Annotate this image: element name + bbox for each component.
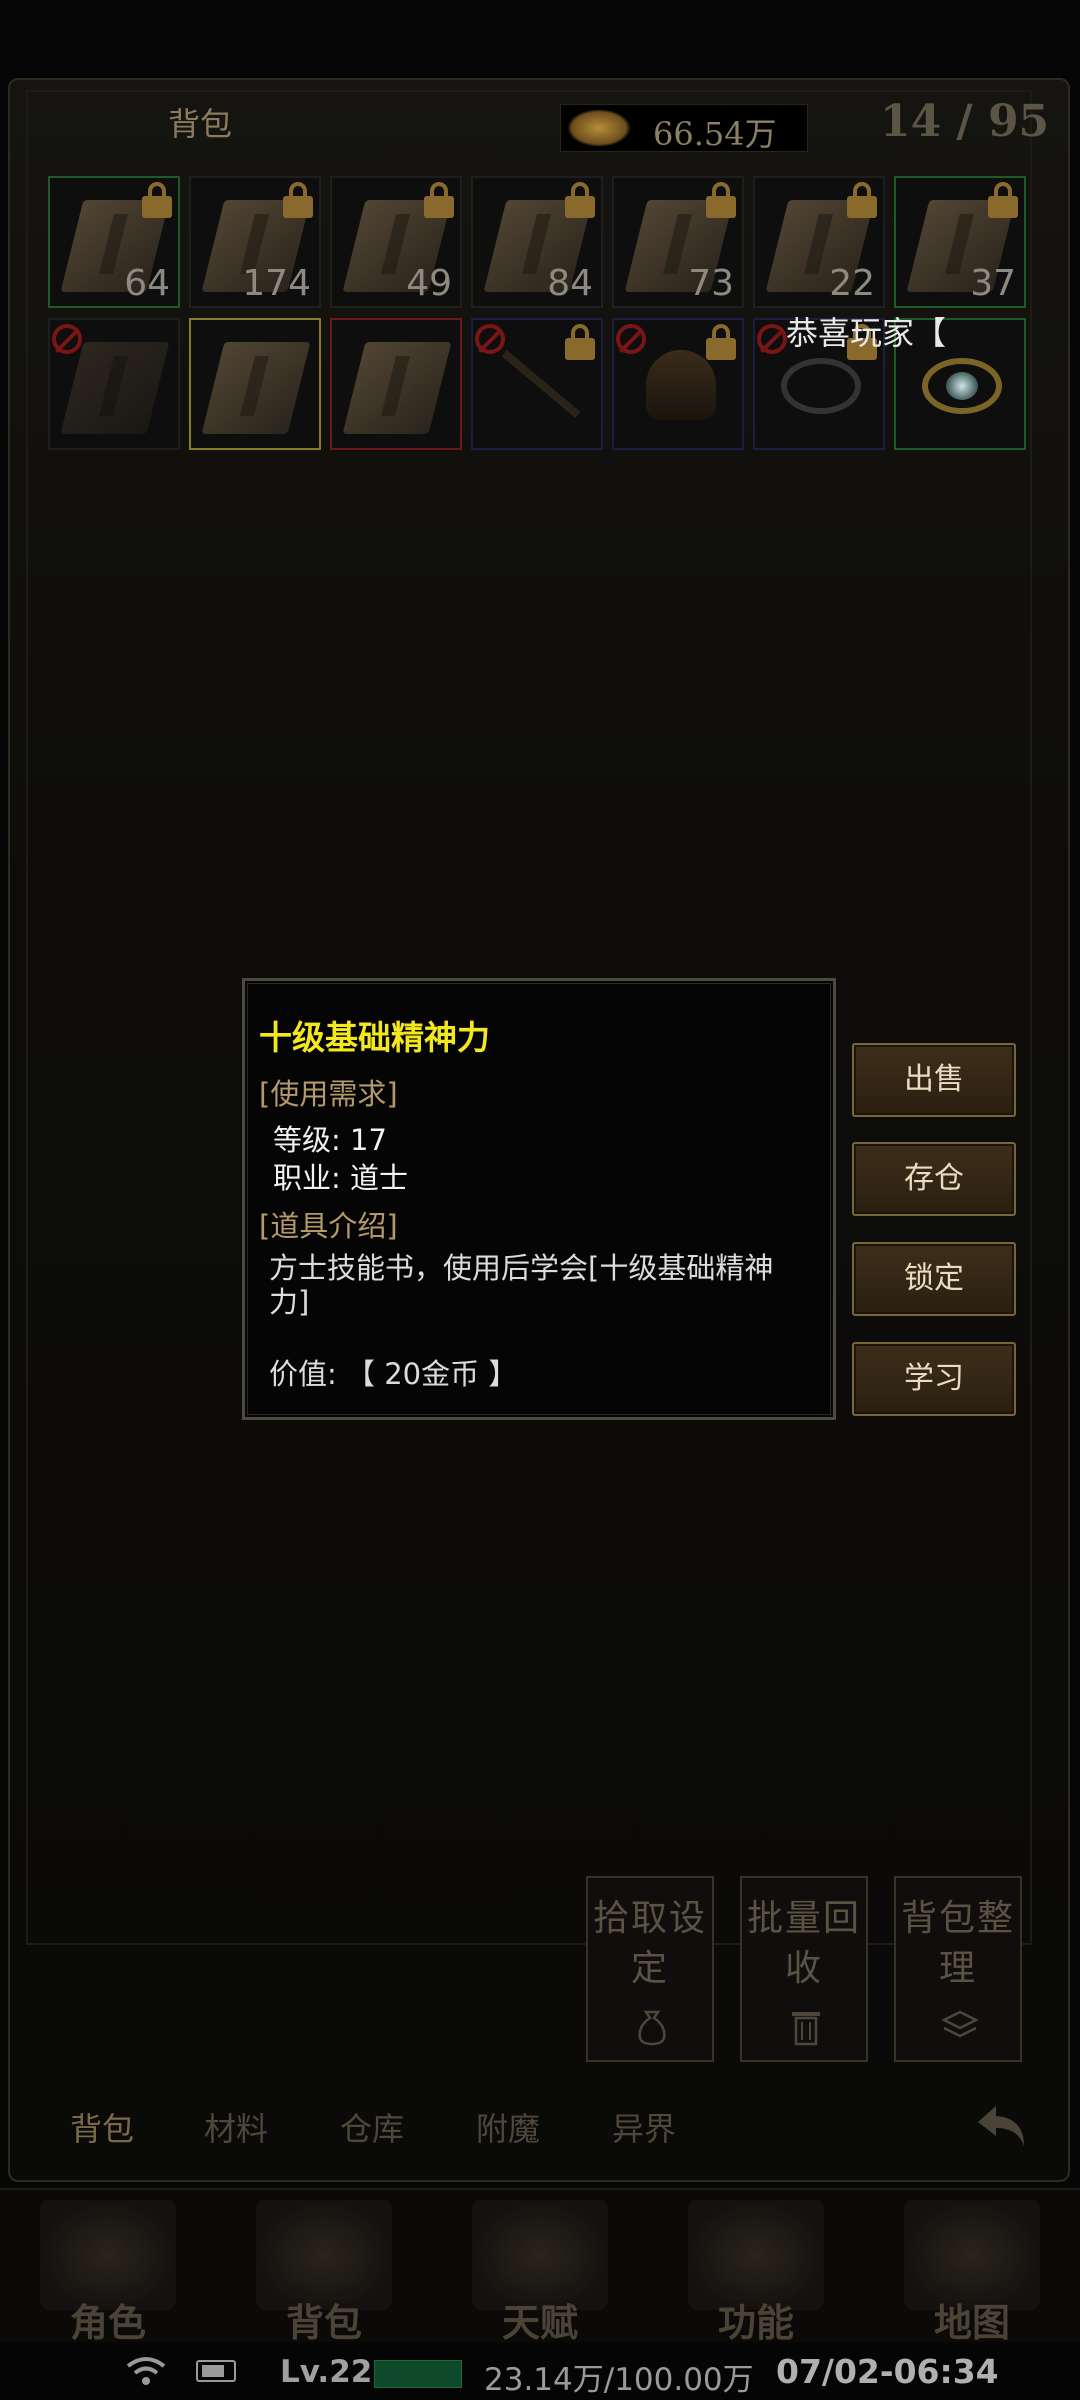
nav-map[interactable]: 地图 [864,2190,1080,2345]
pickup-settings-button[interactable]: 拾取设定 [586,1876,714,2062]
lock-icon [142,182,172,218]
lock-button[interactable]: 锁定 [852,1242,1016,1316]
bag-tabs: 背包 材料 仓库 附魔 异界 [26,2068,1032,2178]
forbidden-icon [52,324,82,354]
batch-recycle-label: 批量回收 [746,1898,861,1989]
tab-enchant[interactable]: 附魔 [476,2104,540,2150]
nav-function[interactable]: 功能 [648,2190,864,2345]
intro-header: [道具介绍] [259,1209,398,1243]
broadcast-message: 恭喜玩家【 [786,314,947,352]
lock-icon [283,182,313,218]
inventory-slot[interactable] [330,318,462,450]
exp-text: 23.14万/100.00万 [484,2362,754,2398]
batch-recycle-button[interactable]: 批量回收 [740,1876,868,2062]
gold-display: 66.54万 [560,104,808,153]
item-count: 22 [829,263,875,304]
lock-icon [424,182,454,218]
wifi-icon [126,2357,166,2385]
nav-map-label: 地图 [933,2300,1010,2345]
inventory-slot[interactable] [471,318,603,450]
nav-character[interactable]: 角色 [0,2190,216,2345]
layers-icon [942,2010,978,2038]
item-tooltip: 十级基础精神力 [使用需求] 等级: 17 职业: 道士 [道具介绍] 方士技能… [242,978,836,1420]
nav-bag[interactable]: 背包 [216,2190,432,2345]
weapon-icon [501,350,581,418]
tab-warehouse[interactable]: 仓库 [340,2104,404,2150]
skill-book-icon [342,342,452,434]
nav-function-label: 功能 [717,2300,794,2345]
bag-icon [638,2010,666,2046]
store-button[interactable]: 存仓 [852,1142,1016,1216]
gold-amount: 66.54万 [653,115,777,153]
inventory-slot[interactable]: 49 [330,176,462,308]
helmet-icon [646,350,716,420]
sell-button[interactable]: 出售 [852,1043,1016,1117]
lock-icon [847,182,877,218]
inventory-slot[interactable]: 22 [753,176,885,308]
lock-icon [706,182,736,218]
item-value: 价值: 【 20金币 】 [269,1357,518,1391]
item-count: 49 [406,263,452,304]
inventory-slot[interactable]: 73 [612,176,744,308]
gold-icon [567,109,631,147]
forbidden-icon [757,324,787,354]
item-description: 方士技能书，使用后学会[十级基础精神力] [269,1251,774,1319]
player-level: Lv.22 [280,2354,373,2390]
nav-talent[interactable]: 天赋 [432,2190,648,2345]
inventory-slot[interactable] [612,318,744,450]
item-count: 73 [688,263,734,304]
gem-icon [946,372,978,400]
lock-icon [565,324,595,360]
item-count: 174 [242,263,311,304]
required-level: 等级: 17 [273,1123,387,1157]
inventory-slot[interactable] [48,318,180,450]
item-name: 十级基础精神力 [259,1018,490,1057]
inventory-slot[interactable]: 64 [48,176,180,308]
tab-materials[interactable]: 材料 [204,2104,268,2150]
nav-talent-label: 天赋 [501,2300,578,2345]
skill-book-icon [201,342,311,434]
nav-bag-label: 背包 [285,2300,362,2345]
required-job: 职业: 道士 [273,1161,408,1195]
bag-capacity: 14 / 95 [880,96,1050,147]
forbidden-icon [616,324,646,354]
panel-title: 背包 [167,105,232,143]
exp-bar [374,2360,462,2388]
item-count: 84 [547,263,593,304]
ring-icon [781,358,861,414]
forbidden-icon [475,324,505,354]
skill-book-icon [60,342,170,434]
lock-icon [988,182,1018,218]
sort-bag-button[interactable]: 背包整理 [894,1876,1022,2062]
inventory-slot[interactable]: 84 [471,176,603,308]
back-arrow-icon[interactable] [974,2098,1032,2154]
item-count: 37 [970,263,1016,304]
tab-bag[interactable]: 背包 [70,2104,134,2150]
nav-character-label: 角色 [69,2300,146,2345]
pickup-settings-label: 拾取设定 [592,1898,707,1989]
battery-icon [196,2360,236,2382]
lock-icon [565,182,595,218]
inventory-slot[interactable]: 174 [189,176,321,308]
learn-button[interactable]: 学习 [852,1342,1016,1416]
status-bar: Lv.22 23.14万/100.00万 07/02-06:34 [0,2346,1080,2400]
lock-icon [706,324,736,360]
clock: 07/02-06:34 [776,2352,999,2391]
tab-otherworld[interactable]: 异界 [612,2104,676,2150]
trash-icon [792,2012,820,2046]
bottom-nav: 角色 背包 天赋 功能 地图 [0,2188,1080,2345]
item-count: 64 [124,263,170,304]
inventory-slot[interactable]: 37 [894,176,1026,308]
requirements-header: [使用需求] [259,1077,398,1111]
inventory-slot-selected[interactable] [189,318,321,450]
sort-bag-label: 背包整理 [900,1898,1015,1989]
